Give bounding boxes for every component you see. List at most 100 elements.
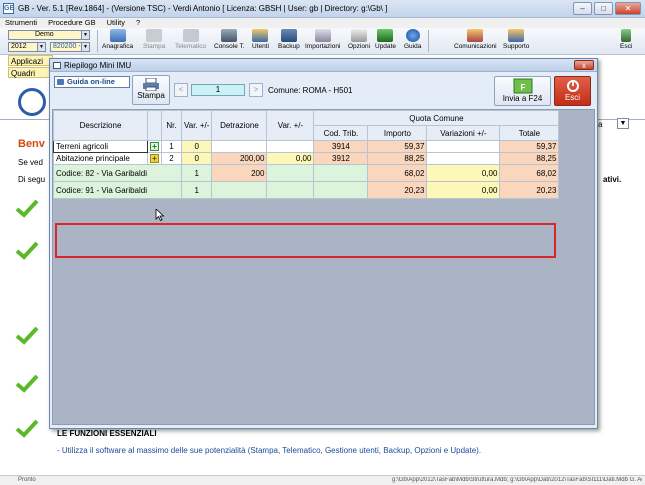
status-bar: Pronto g:\Gb\App\2012\TasFab\Mdb\Struttu… <box>0 475 645 485</box>
menu-bar: Strumenti Procedure GB Utility? <box>0 18 645 28</box>
invia-f24-button[interactable]: F Invia a F24 <box>494 76 551 106</box>
import-icon <box>314 29 331 42</box>
guida-toolbar-button[interactable]: Guida <box>404 29 421 53</box>
comunicazioni-button[interactable]: Comunicazioni <box>454 29 497 53</box>
cell-imp: 59,37 <box>367 140 428 153</box>
importazioni-label: Importazioni <box>305 43 341 50</box>
supporto-button[interactable]: Supporto <box>503 29 529 53</box>
cell-imp: 68,02 <box>367 164 428 182</box>
cell-desc[interactable]: Abitazione principale <box>53 152 148 165</box>
update-button[interactable]: Update <box>375 29 396 53</box>
col-var: Var. +/- <box>180 110 213 141</box>
minimize-button[interactable]: – <box>573 2 592 15</box>
cell-tot: 88,25 <box>499 152 560 165</box>
guida-online-button[interactable]: Guida on-line <box>54 76 130 88</box>
stampa-button[interactable]: Stampa <box>132 75 170 105</box>
console-button[interactable]: Console T. <box>214 29 245 53</box>
cell-desc: Codice: 91 - Via Garibaldi <box>53 181 182 199</box>
table-row[interactable]: Terreni agricoli + 1 0 3914 59,37 59,37 <box>53 140 560 153</box>
f24-icon: F <box>513 78 532 94</box>
window-title: GB - Ver. 5.1 [Rev.1864] - (Versione TSC… <box>18 4 388 13</box>
funzioni-text: - Utilizza il software al massimo delle … <box>57 446 482 455</box>
cell-var2[interactable]: 0,00 <box>266 152 315 165</box>
cell-desc: Codice: 82 - Via Garibaldi <box>53 164 182 182</box>
nav-quadri[interactable]: Quadri <box>8 67 53 78</box>
utenti-button[interactable]: Utenti <box>252 29 269 53</box>
supporto-label: Supporto <box>503 43 530 50</box>
expand-cell: + <box>147 140 162 153</box>
telematico-button[interactable]: Telematico <box>175 29 206 53</box>
chevron-down-icon: ▼ <box>37 43 45 51</box>
checkmark-icon <box>15 419 39 438</box>
status-path: g:\Gb\App\2012\TasFab\Mdb\Struttura.Mdb;… <box>392 477 642 483</box>
cell-imp: 20,23 <box>367 181 428 199</box>
chevron-down-icon[interactable]: ▼ <box>617 118 629 129</box>
code-select-value: 820200 - <box>53 43 81 50</box>
anagrafica-label: Anagrafica <box>102 43 134 50</box>
esci-button[interactable]: Esci <box>554 76 591 106</box>
cell-var: 1 <box>180 181 213 199</box>
chevron-down-icon: ▼ <box>81 43 89 51</box>
table-row[interactable]: Codice: 82 - Via Garibaldi 1 200 68,02 0… <box>53 164 560 182</box>
table-row[interactable]: Abitazione principale + 2 0 200,00 0,00 … <box>53 152 560 165</box>
guida-toolbar-label: Guida <box>404 43 422 50</box>
update-label: Update <box>375 43 396 50</box>
mouse-cursor-icon <box>155 209 165 221</box>
col-importo: Importo <box>367 125 428 141</box>
cell-variaz[interactable]: 0,00 <box>426 181 501 199</box>
expand-plus-icon[interactable]: + <box>150 142 159 151</box>
book-icon <box>57 79 64 85</box>
table-row[interactable]: Codice: 91 - Via Garibaldi 1 20,23 0,00 … <box>53 181 560 199</box>
cell-var[interactable]: 0 <box>180 140 213 153</box>
stampa-toolbar-button[interactable]: Stampa <box>143 29 165 53</box>
maximize-button[interactable]: □ <box>594 2 613 15</box>
comunicazioni-label: Comunicazioni <box>454 43 497 50</box>
cell-var2 <box>266 140 315 153</box>
cell-cod <box>313 164 369 182</box>
esci-toolbar-button[interactable]: Esci <box>620 29 632 53</box>
users-icon <box>252 29 269 42</box>
next-page-button[interactable]: > <box>249 83 263 97</box>
anagrafica-button[interactable]: Anagrafica <box>102 29 133 53</box>
company-select[interactable]: Demo ▼ <box>8 30 90 40</box>
code-select[interactable]: 820200 - ▼ <box>50 42 90 52</box>
menu-help[interactable]: ? <box>136 18 140 27</box>
update-icon <box>377 29 394 42</box>
close-window-button[interactable]: ✕ <box>615 2 641 15</box>
nav-applicazioni[interactable]: Applicazi <box>8 55 53 66</box>
cell-var2 <box>266 181 315 199</box>
col-nr: Nr. <box>161 110 182 141</box>
col-var2: Var. +/- <box>266 110 315 141</box>
col-quota-comune: Quota Comune <box>313 110 560 126</box>
menu-procedure-gb[interactable]: Procedure GB <box>48 18 96 27</box>
col-expand <box>147 110 162 141</box>
prev-page-button[interactable]: < <box>174 83 188 97</box>
toolbar-separator <box>428 30 429 52</box>
guida-online-label: Guida on-line <box>67 77 115 86</box>
title-bar: GB GB - Ver. 5.1 [Rev.1864] - (Versione … <box>0 0 645 18</box>
gb-logo <box>18 88 46 116</box>
cell-imp: 88,25 <box>367 152 428 165</box>
col-totale: Totale <box>499 125 560 141</box>
expand-cell: + <box>147 152 162 165</box>
menu-strumenti[interactable]: Strumenti <box>5 18 37 27</box>
year-select[interactable]: 2012 ▼ <box>8 42 46 52</box>
importazioni-button[interactable]: Importazioni <box>305 29 340 53</box>
toolbar: Demo ▼ 2012 ▼ 820200 - ▼ Anagrafica Stampa … <box>0 28 645 55</box>
backup-button[interactable]: Backup <box>278 29 300 53</box>
dialog-close-button[interactable]: x <box>574 60 594 70</box>
printer-icon <box>146 29 163 42</box>
backup-icon <box>280 29 297 42</box>
riepilogo-table: Descrizione Nr. Var. +/- Detrazione Var.… <box>53 110 560 199</box>
cell-desc[interactable]: Terreni agricoli <box>53 140 148 153</box>
menu-utility[interactable]: Utility <box>107 18 125 27</box>
cell-var[interactable]: 0 <box>180 152 213 165</box>
page-number-field[interactable]: 1 <box>191 84 245 96</box>
opzioni-button[interactable]: Opzioni <box>348 29 370 53</box>
highlight-box <box>55 223 556 258</box>
app-icon: GB <box>3 3 15 14</box>
expand-plus-icon[interactable]: + <box>150 154 159 163</box>
cell-det <box>211 140 268 153</box>
cell-tot: 68,02 <box>499 164 560 182</box>
cell-variaz[interactable]: 0,00 <box>426 164 501 182</box>
